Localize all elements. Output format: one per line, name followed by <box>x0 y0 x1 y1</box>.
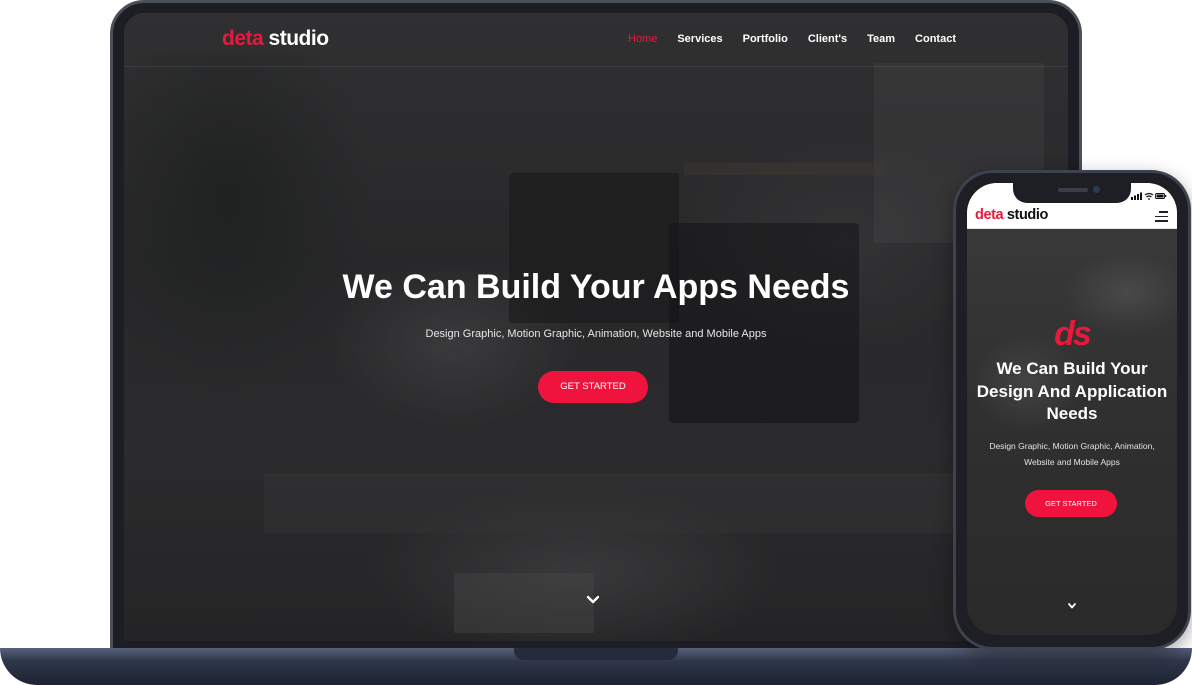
logo-red-text: deta <box>975 207 1004 223</box>
phone-screen: deta studio ds We Can Build Your Design … <box>967 183 1177 635</box>
nav-item-home[interactable]: Home <box>628 33 657 45</box>
chevron-down-icon[interactable] <box>1066 600 1078 612</box>
mobile-get-started-button[interactable]: GET STARTED <box>1025 490 1117 517</box>
desktop-get-started-button[interactable]: GET STARTED <box>538 371 648 403</box>
signal-wifi-battery-icons <box>1131 192 1167 200</box>
mobile-logo[interactable]: deta studio <box>975 207 1048 223</box>
laptop-screen: deta studio Home Services Portfolio Clie… <box>124 13 1068 641</box>
laptop-hinge-notch <box>514 648 678 660</box>
mobile-hero-subtitle: Design Graphic, Motion Graphic, Animatio… <box>989 441 1155 467</box>
nav-item-services[interactable]: Services <box>677 33 722 45</box>
nav-item-portfolio[interactable]: Portfolio <box>743 33 788 45</box>
desktop-hero-subtitle: Design Graphic, Motion Graphic, Animatio… <box>425 328 767 340</box>
hero-overlay <box>124 13 1068 641</box>
phone-notch <box>1013 183 1131 203</box>
desktop-nav-menu: Home Services Portfolio Client's Team Co… <box>608 33 956 45</box>
mobile-hero-title: We Can Build Your Design And Application… <box>976 359 1168 423</box>
desktop-hero-title: We Can Build Your Apps Needs <box>342 268 850 306</box>
logo-white-text: studio <box>268 27 330 50</box>
chevron-down-icon[interactable] <box>584 591 602 609</box>
phone-camera <box>1093 186 1100 193</box>
logo-dark-text: studio <box>1006 207 1048 223</box>
nav-item-contact[interactable]: Contact <box>915 33 956 45</box>
ds-monogram: ds <box>1054 315 1092 353</box>
phone-speaker <box>1058 188 1088 192</box>
nav-item-team[interactable]: Team <box>867 33 895 45</box>
desktop-logo[interactable]: deta studio <box>222 27 329 51</box>
desktop-navbar: deta studio Home Services Portfolio Clie… <box>124 13 1068 67</box>
logo-red-text: deta <box>222 27 264 50</box>
nav-item-clients[interactable]: Client's <box>808 33 847 45</box>
hamburger-menu-icon[interactable] <box>1155 211 1168 222</box>
device-mockup: deta studio Home Services Portfolio Clie… <box>0 0 1192 685</box>
mobile-navbar: deta studio <box>967 205 1177 229</box>
